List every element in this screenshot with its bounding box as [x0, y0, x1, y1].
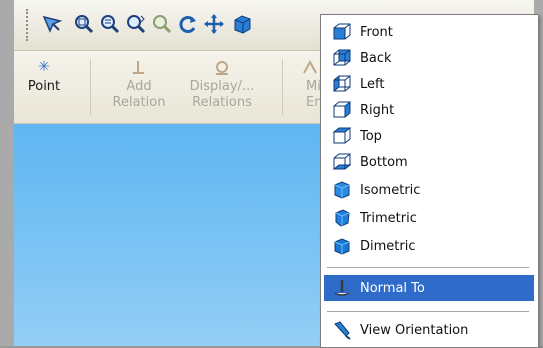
ribbon-separator	[90, 59, 91, 115]
display-relations-icon	[182, 59, 262, 79]
point-icon: ✳	[38, 59, 50, 75]
menu-item-left[interactable]: Left	[324, 71, 534, 97]
bottom-view-icon	[330, 151, 354, 173]
pan-icon[interactable]	[202, 11, 226, 37]
menu-item-dimetric[interactable]: Dimetric	[324, 233, 534, 259]
right-view-icon	[330, 99, 354, 121]
rotate-view-icon[interactable]	[176, 11, 200, 37]
menu-item-top[interactable]: Top	[324, 123, 534, 149]
display-relations-button[interactable]: Display/... Relations	[182, 59, 262, 111]
view-orientation-pushpin-icon	[330, 319, 354, 341]
zoom-to-area-icon[interactable]	[98, 11, 122, 37]
back-view-icon	[330, 47, 354, 69]
menu-item-back[interactable]: Back	[324, 45, 534, 71]
menu-separator	[327, 267, 529, 268]
zoom-in-out-icon[interactable]	[124, 11, 148, 37]
left-view-icon	[330, 73, 354, 95]
menu-item-right[interactable]: Right	[324, 97, 534, 123]
menu-item-trimetric[interactable]: Trimetric	[324, 205, 534, 231]
zoom-to-selection-icon[interactable]	[150, 11, 174, 37]
menu-item-isometric[interactable]: Isometric	[324, 177, 534, 203]
add-relation-icon	[106, 59, 172, 79]
toolbar-grip[interactable]	[26, 9, 32, 41]
point-button[interactable]: ✳ Point	[24, 59, 64, 95]
top-view-icon	[330, 125, 354, 147]
add-relation-button[interactable]: Add Relation	[106, 59, 172, 111]
dimetric-view-icon	[330, 235, 354, 257]
menu-item-view-orientation[interactable]: View Orientation	[324, 317, 534, 343]
trimetric-view-icon	[330, 207, 354, 229]
view-orientation-menu: Front Back Left Right Top Bottom Isometr…	[320, 14, 539, 348]
ribbon-separator	[282, 59, 283, 115]
menu-item-normal-to[interactable]: Normal To	[324, 275, 534, 301]
front-view-icon	[330, 21, 354, 43]
isometric-view-icon	[330, 179, 354, 201]
zoom-to-fit-icon[interactable]	[72, 11, 96, 37]
menu-item-front[interactable]: Front	[324, 19, 534, 45]
previous-view-icon[interactable]	[40, 11, 64, 37]
menu-item-bottom[interactable]: Bottom	[324, 149, 534, 175]
view-orientation-icon[interactable]	[230, 11, 254, 37]
normal-to-icon	[330, 277, 354, 299]
menu-separator	[327, 311, 529, 312]
